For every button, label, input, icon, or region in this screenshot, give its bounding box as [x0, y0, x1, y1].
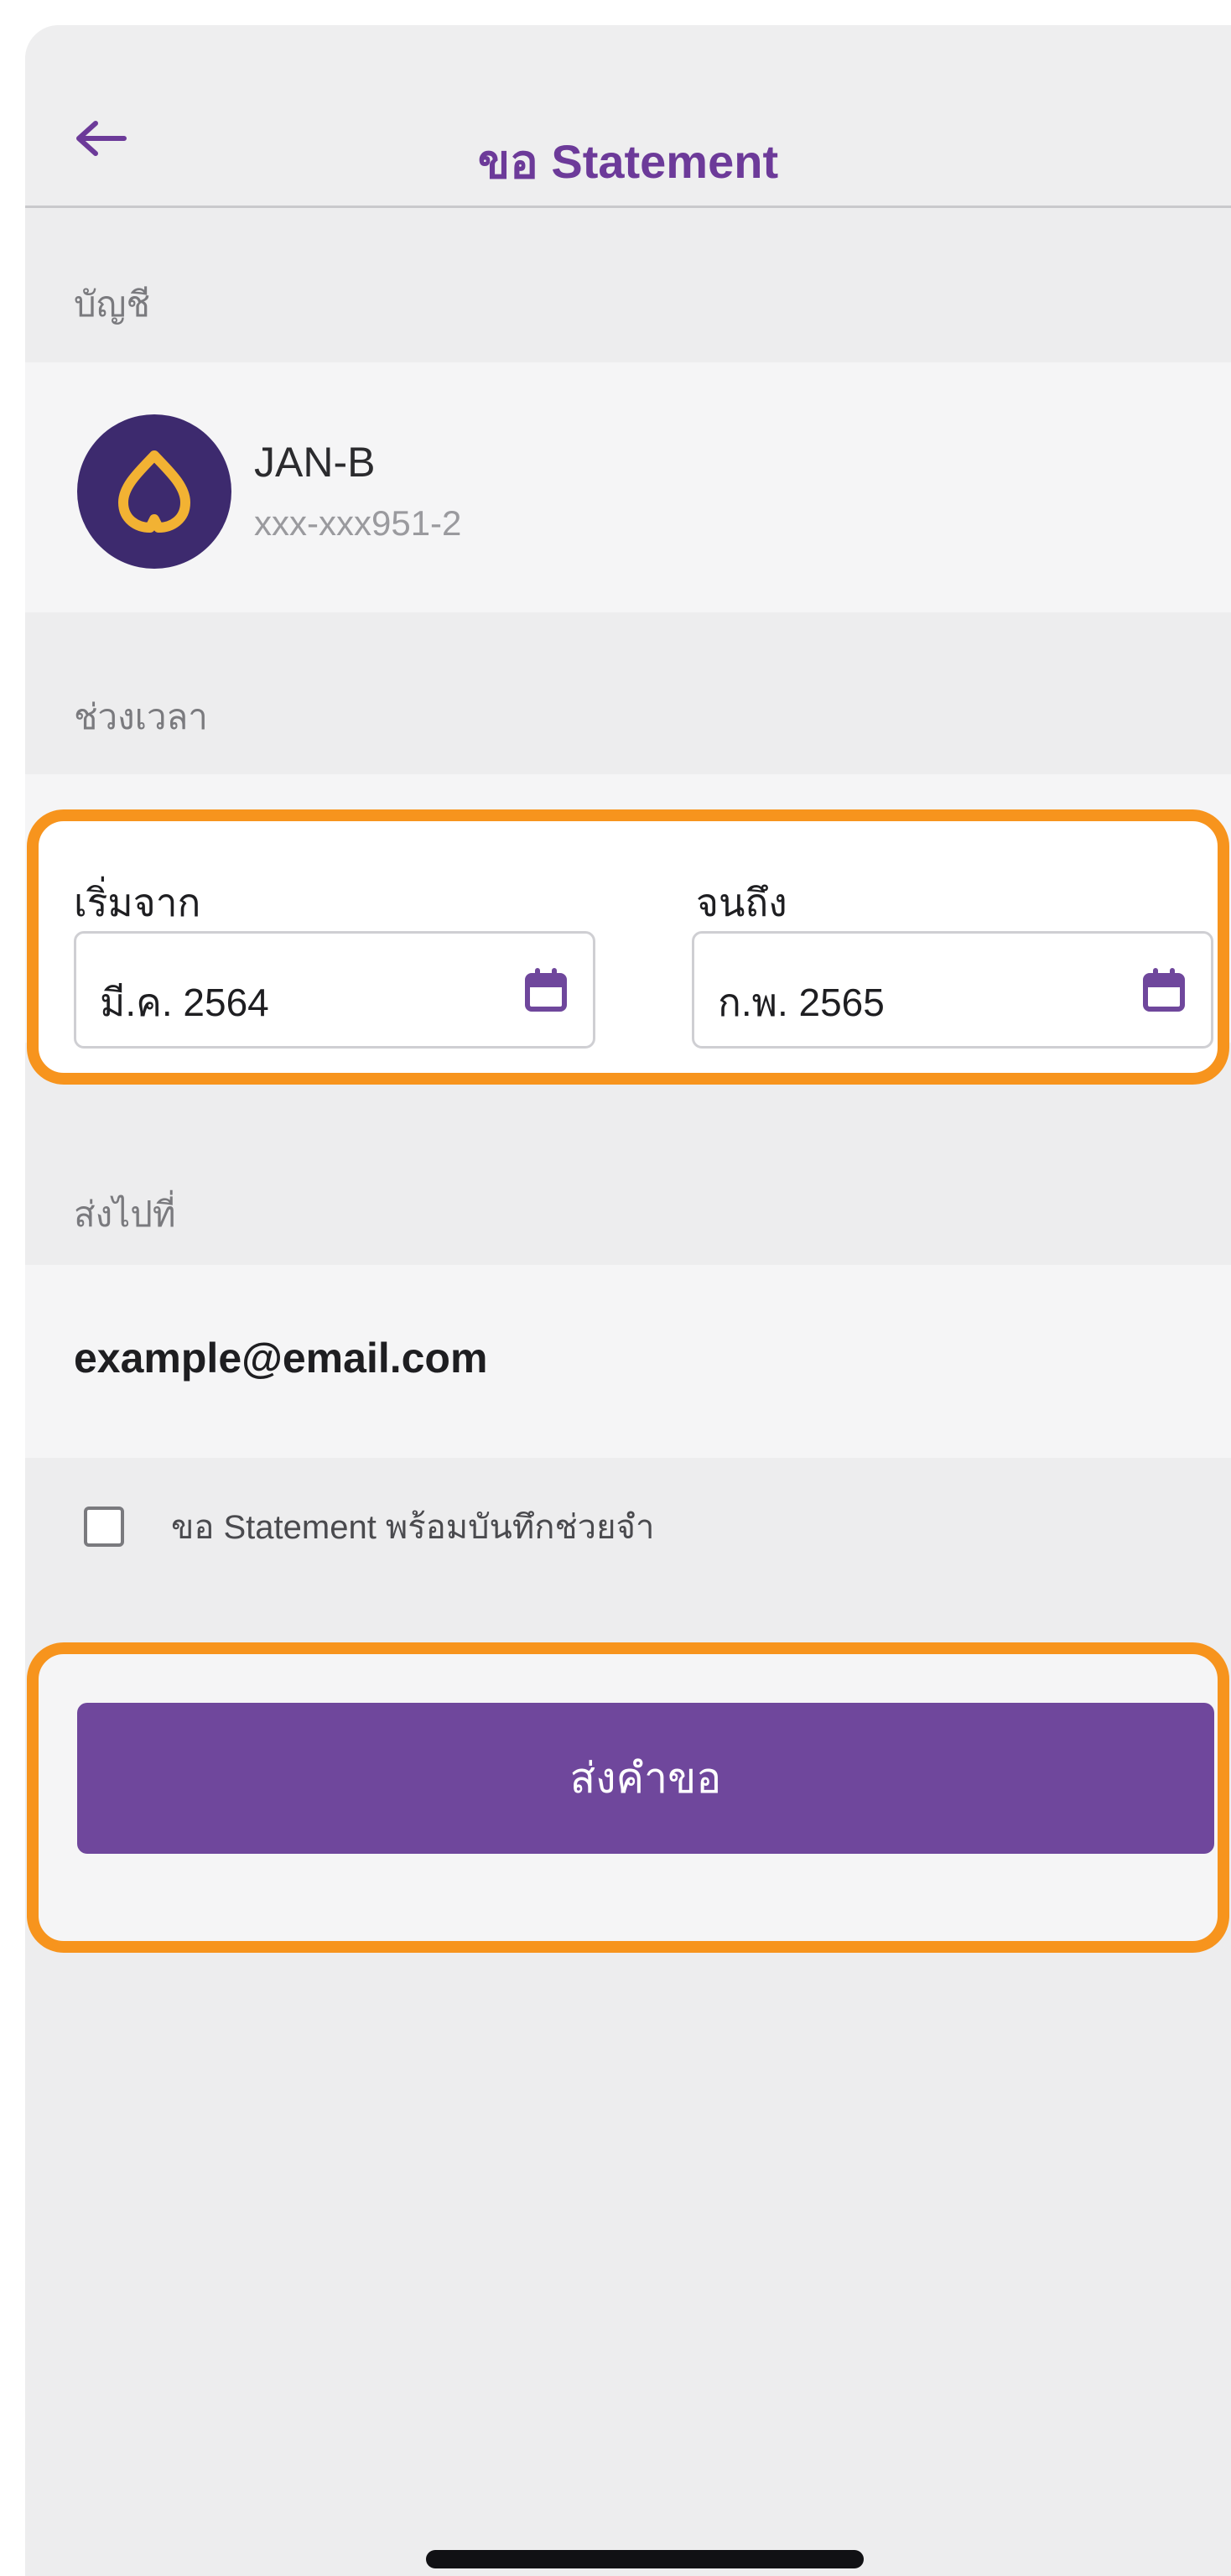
- start-date-value: มี.ค. 2564: [100, 981, 269, 1024]
- account-number: xxx-xxx951-2: [254, 503, 462, 543]
- bank-logo-icon: [118, 450, 190, 533]
- period-section-label: ช่วงเวลา: [74, 697, 208, 736]
- send-to-section-label: ส่งไปที่: [74, 1194, 176, 1234]
- email-value: example@email.com: [74, 1335, 488, 1382]
- home-indicator[interactable]: [426, 2550, 864, 2568]
- memo-checkbox-row[interactable]: ขอ Statement พร้อมบันทึกช่วยจำ: [84, 1493, 654, 1560]
- submit-request-button[interactable]: ส่งคำขอ: [77, 1703, 1214, 1854]
- page-title: ขอ Statement: [477, 135, 779, 188]
- end-date-field[interactable]: ก.พ. 2565: [692, 931, 1213, 1049]
- account-section-label: บัญชี: [74, 284, 150, 324]
- calendar-icon[interactable]: [522, 967, 569, 1014]
- memo-checkbox-label: ขอ Statement พร้อมบันทึกช่วยจำ: [171, 1509, 655, 1546]
- memo-checkbox[interactable]: [84, 1507, 124, 1547]
- screen: ขอ Statement บัญชี JAN-B xxx-xxx951-2 ช่…: [0, 0, 1231, 2576]
- top-bar: ขอ Statement: [25, 25, 1231, 208]
- account-name: JAN-B: [254, 439, 376, 486]
- account-card[interactable]: JAN-B xxx-xxx951-2: [25, 362, 1231, 612]
- start-date-label: เริ่มจาก: [74, 881, 201, 924]
- avatar: [77, 414, 231, 569]
- calendar-icon[interactable]: [1140, 967, 1187, 1014]
- end-date-label: จนถึง: [696, 881, 787, 924]
- app-screen: ขอ Statement บัญชี JAN-B xxx-xxx951-2 ช่…: [25, 25, 1231, 2576]
- email-row[interactable]: example@email.com: [25, 1265, 1231, 1458]
- end-date-value: ก.พ. 2565: [718, 981, 885, 1024]
- start-date-field[interactable]: มี.ค. 2564: [74, 931, 595, 1049]
